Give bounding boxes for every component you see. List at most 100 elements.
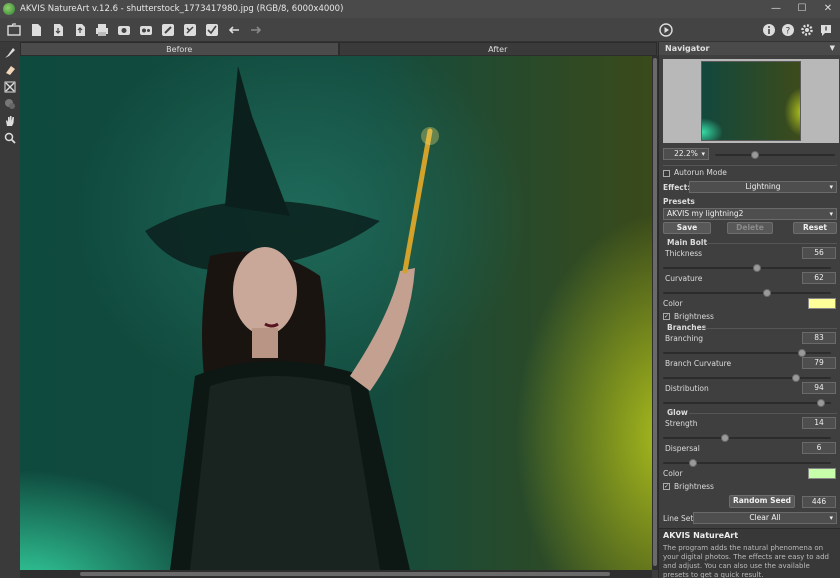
main-bolt-title: Main Bolt xyxy=(667,238,708,247)
brush-icon[interactable] xyxy=(160,22,176,38)
open-file-icon[interactable] xyxy=(6,22,22,38)
image-canvas[interactable] xyxy=(20,56,652,570)
autorun-checkbox[interactable] xyxy=(663,170,670,177)
thickness-label: Thickness xyxy=(665,249,703,258)
eraser-icon[interactable] xyxy=(182,22,198,38)
branching-label: Branching xyxy=(665,334,704,343)
divider xyxy=(707,243,837,244)
random-seed-button[interactable]: Random Seed xyxy=(729,495,795,508)
branching-slider[interactable] xyxy=(663,349,831,357)
info-icon[interactable] xyxy=(761,22,777,38)
distribution-label: Distribution xyxy=(665,384,709,393)
help-icon[interactable]: ? xyxy=(780,22,796,38)
divider xyxy=(703,328,837,329)
reset-button[interactable]: Reset xyxy=(793,222,837,234)
zoom-value: 22.2% xyxy=(674,149,698,158)
horizontal-scroll-thumb[interactable] xyxy=(80,572,610,576)
navigator-thumbnail[interactable] xyxy=(701,61,801,141)
info-text: The program adds the natural phenomena o… xyxy=(663,544,829,578)
settings-icon[interactable] xyxy=(799,22,815,38)
divider xyxy=(663,165,837,166)
branches-title: Branches xyxy=(667,323,707,332)
dispersal-slider[interactable] xyxy=(663,459,831,467)
redo-icon[interactable] xyxy=(248,22,264,38)
chevron-down-icon: ▾ xyxy=(829,183,833,191)
effect-value: Lightning xyxy=(745,182,781,191)
strength-input[interactable]: 14 xyxy=(802,417,836,429)
curvature-slider[interactable] xyxy=(663,289,831,297)
news-icon[interactable] xyxy=(818,22,834,38)
curvature-label: Curvature xyxy=(665,274,703,283)
collapse-icon[interactable]: ▼ xyxy=(830,42,835,55)
branch-curvature-slider-knob[interactable] xyxy=(791,374,800,382)
preset-value: AKVIS my lightning2 xyxy=(667,209,744,218)
info-box: AKVIS NatureArt The program adds the nat… xyxy=(659,528,840,578)
thickness-slider[interactable] xyxy=(663,264,831,272)
tab-before[interactable]: Before xyxy=(20,42,339,56)
line-set-dropdown[interactable]: Clear All ▾ xyxy=(693,512,837,524)
distribution-slider-knob[interactable] xyxy=(816,399,825,407)
tool-sidebar xyxy=(0,42,20,578)
line-set-value: Clear All xyxy=(749,513,781,522)
bolt-color-label: Color xyxy=(663,299,683,308)
save-icon[interactable] xyxy=(50,22,66,38)
curvature-slider-knob[interactable] xyxy=(763,289,772,297)
delete-preset-button[interactable]: Delete xyxy=(727,222,773,234)
chevron-down-icon: ▾ xyxy=(829,514,833,522)
zoom-slider-knob[interactable] xyxy=(751,151,759,159)
window-title: AKVIS NatureArt v.12.6 - shutterstock_17… xyxy=(20,4,344,14)
strength-slider[interactable] xyxy=(663,434,831,442)
strength-slider-knob[interactable] xyxy=(721,434,730,442)
zoom-dropdown[interactable]: 22.2% ▾ xyxy=(663,148,709,160)
direction-tool-icon[interactable] xyxy=(0,44,20,61)
zoom-slider[interactable] xyxy=(715,151,835,159)
navigator-header: Navigator ▼ xyxy=(659,42,840,55)
bolt-brightness-checkbox[interactable]: ✓ xyxy=(663,313,670,320)
save-preset-button[interactable]: Save xyxy=(663,222,711,234)
branch-curvature-slider[interactable] xyxy=(663,374,831,382)
export-icon[interactable] xyxy=(72,22,88,38)
glow-brightness-checkbox[interactable]: ✓ xyxy=(663,483,670,490)
print-icon[interactable] xyxy=(94,22,110,38)
dispersal-slider-knob[interactable] xyxy=(689,459,698,467)
navigator-preview[interactable] xyxy=(663,59,839,143)
branch-curvature-input[interactable]: 79 xyxy=(802,357,836,369)
plugin-icon[interactable] xyxy=(138,22,154,38)
close-button[interactable]: ✕ xyxy=(822,3,834,15)
view-tabs: Before After xyxy=(20,42,657,56)
distribution-input[interactable]: 94 xyxy=(802,382,836,394)
thickness-input[interactable]: 56 xyxy=(802,247,836,259)
svg-text:?: ? xyxy=(786,27,791,37)
glow-color-swatch[interactable] xyxy=(808,468,836,479)
crop-tool-icon[interactable] xyxy=(0,78,20,95)
stamp-tool-icon[interactable] xyxy=(0,95,20,112)
dispersal-input[interactable]: 6 xyxy=(802,442,836,454)
chevron-down-icon: ▾ xyxy=(829,210,833,218)
glow-brightness-label: Brightness xyxy=(674,482,714,491)
hand-tool-icon[interactable] xyxy=(0,112,20,129)
curvature-input[interactable]: 62 xyxy=(802,272,836,284)
main-toolbar: ? xyxy=(0,18,840,42)
maximize-button[interactable]: ☐ xyxy=(796,3,808,15)
share-icon[interactable] xyxy=(204,22,220,38)
branching-slider-knob[interactable] xyxy=(798,349,807,357)
effect-dropdown[interactable]: Lightning ▾ xyxy=(689,181,837,193)
zoom-tool-icon[interactable] xyxy=(0,129,20,146)
tab-after[interactable]: After xyxy=(338,42,657,56)
eraser-tool-icon[interactable] xyxy=(0,61,20,78)
bolt-color-swatch[interactable] xyxy=(808,298,836,309)
new-file-icon[interactable] xyxy=(28,22,44,38)
horizontal-scrollbar[interactable] xyxy=(20,570,652,578)
undo-icon[interactable] xyxy=(226,22,242,38)
info-title: AKVIS NatureArt xyxy=(663,531,739,540)
batch-icon[interactable] xyxy=(116,22,132,38)
preset-dropdown[interactable]: AKVIS my lightning2 ▾ xyxy=(663,208,837,220)
effect-label: Effect: xyxy=(663,183,691,192)
thickness-slider-knob[interactable] xyxy=(753,264,762,272)
minimize-button[interactable]: — xyxy=(770,3,782,15)
run-icon[interactable] xyxy=(658,22,674,38)
vertical-scroll-thumb[interactable] xyxy=(653,58,657,566)
random-seed-input[interactable]: 446 xyxy=(802,496,836,508)
distribution-slider[interactable] xyxy=(663,399,831,407)
branching-input[interactable]: 83 xyxy=(802,332,836,344)
